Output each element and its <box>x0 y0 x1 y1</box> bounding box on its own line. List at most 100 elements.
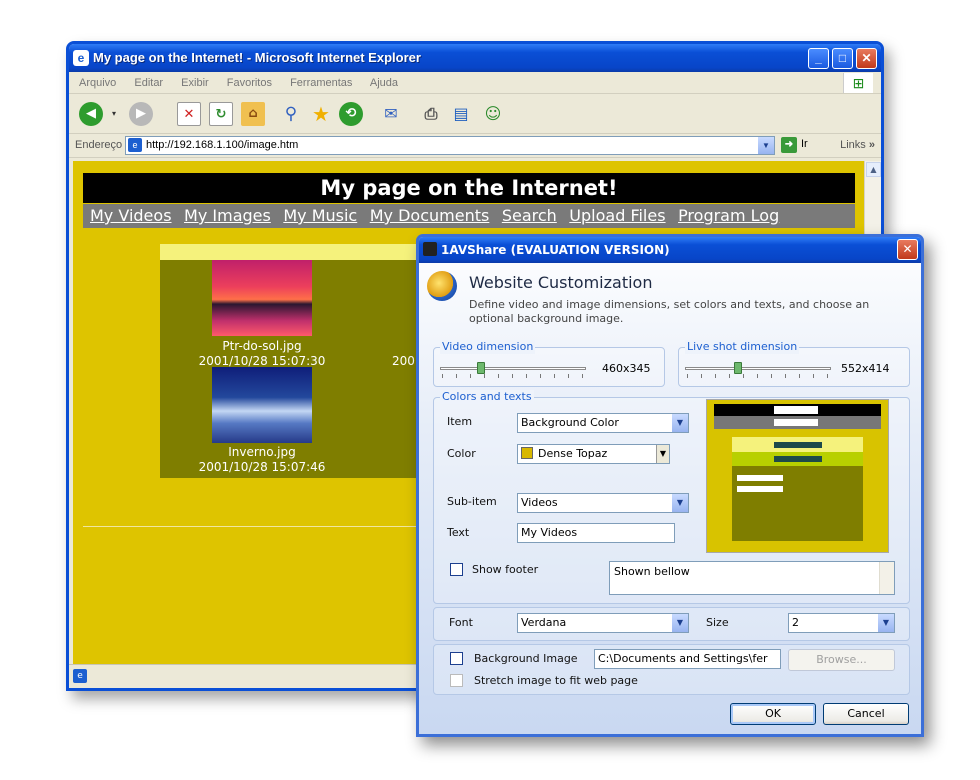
go-button[interactable]: ➜ Ir <box>781 137 808 153</box>
address-dropdown-icon[interactable]: ▼ <box>758 137 774 154</box>
subitem-label: Sub-item <box>447 495 497 508</box>
color-swatch <box>521 447 533 459</box>
image-date: 2001/10/28 15:07:46 <box>198 460 326 474</box>
go-arrow-icon: ➜ <box>781 137 797 153</box>
nav-upload-files[interactable]: Upload Files <box>569 206 665 225</box>
slider-thumb[interactable] <box>733 362 742 374</box>
forward-icon[interactable]: ▶ <box>129 102 153 126</box>
item-select[interactable]: Background Color ▼ <box>517 413 689 433</box>
cancel-button[interactable]: Cancel <box>823 703 909 725</box>
preview-nav-text <box>774 419 818 426</box>
minimize-button[interactable]: _ <box>808 48 829 69</box>
messenger-icon[interactable]: ☺ <box>481 102 505 126</box>
history-icon[interactable]: ⟲ <box>339 102 363 126</box>
ie-logo-icon: e <box>73 50 89 66</box>
browser-titlebar[interactable]: e My page on the Internet! - Microsoft I… <box>69 44 881 72</box>
maximize-button[interactable]: □ <box>832 48 853 69</box>
edit-icon[interactable]: ▤ <box>449 102 473 126</box>
menu-favoritos[interactable]: Favoritos <box>227 77 272 89</box>
item-label: Item <box>447 415 473 428</box>
toolbar: ◀ ▾ ▶ ✕ ↻ ⌂ ⚲ ★ ⟲ ✉ ⎙ ▤ ☺ <box>69 94 881 134</box>
address-input[interactable]: e http://192.168.1.100/image.htm ▼ <box>125 136 775 155</box>
links-button[interactable]: Links » <box>840 139 875 151</box>
ok-button[interactable]: OK <box>730 703 816 725</box>
menu-editar[interactable]: Editar <box>134 77 163 89</box>
font-value: Verdana <box>521 616 567 629</box>
size-value: 2 <box>792 616 799 629</box>
back-dropdown-icon[interactable]: ▾ <box>109 102 119 126</box>
menu-arquivo[interactable]: Arquivo <box>79 77 116 89</box>
browse-button[interactable]: Browse... <box>788 649 895 671</box>
links-label: Links <box>840 139 866 151</box>
stop-icon[interactable]: ✕ <box>177 102 201 126</box>
background-image-checkbox[interactable] <box>450 652 463 665</box>
chevron-down-icon[interactable]: ▼ <box>672 614 688 632</box>
font-select[interactable]: Verdana ▼ <box>517 613 689 633</box>
chevron-down-icon[interactable]: ▼ <box>672 414 688 432</box>
stretch-image-label[interactable]: Stretch image to fit web page <box>474 674 638 687</box>
camera-icon <box>423 242 437 256</box>
refresh-icon[interactable]: ↻ <box>209 102 233 126</box>
nav-program-log[interactable]: Program Log <box>678 206 779 225</box>
menu-exibir[interactable]: Exibir <box>181 77 209 89</box>
menu-ferramentas[interactable]: Ferramentas <box>290 77 352 89</box>
color-label: Color <box>447 447 476 460</box>
nav-my-images[interactable]: My Images <box>184 206 271 225</box>
globe-icon <box>427 271 457 301</box>
background-image-path[interactable]: C:\Documents and Settings\fer <box>594 649 781 669</box>
colors-texts-title: Colors and texts <box>440 390 534 404</box>
nav-my-music[interactable]: My Music <box>283 206 357 225</box>
windows-logo-icon: ⊞ <box>843 73 873 93</box>
color-select[interactable]: Dense Topaz ▼ <box>517 444 670 464</box>
text-label: Text <box>447 526 470 539</box>
background-image-label[interactable]: Background Image <box>474 652 578 665</box>
stretch-image-checkbox[interactable] <box>450 674 463 687</box>
live-shot-group: Live shot dimension 552x414 <box>678 340 910 387</box>
preview-text <box>737 486 783 492</box>
subitem-select[interactable]: Videos ▼ <box>517 493 689 513</box>
page-banner: My page on the Internet! <box>83 173 855 203</box>
preview-link <box>774 456 822 462</box>
back-icon[interactable]: ◀ <box>79 102 103 126</box>
favorites-icon[interactable]: ★ <box>309 102 333 126</box>
print-icon[interactable]: ⎙ <box>419 102 443 126</box>
chevron-right-icon: » <box>868 139 875 151</box>
nav-my-videos[interactable]: My Videos <box>90 206 172 225</box>
video-dimension-slider[interactable] <box>438 360 588 378</box>
search-icon[interactable]: ⚲ <box>279 102 303 126</box>
preview-text <box>737 475 783 481</box>
font-label: Font <box>449 616 473 629</box>
show-footer-label[interactable]: Show footer <box>472 563 538 576</box>
show-footer-checkbox[interactable] <box>450 563 463 576</box>
image-name: Ptr-do-sol.jpg <box>222 339 302 353</box>
text-input[interactable]: My Videos <box>517 523 675 543</box>
subitem-value: Videos <box>521 496 558 509</box>
image-name: Inverno.jpg <box>228 445 296 459</box>
size-select[interactable]: 2 ▼ <box>788 613 895 633</box>
footer-scrollbar[interactable] <box>879 562 894 594</box>
address-label: Endereço <box>75 139 123 151</box>
chevron-down-icon[interactable]: ▼ <box>672 494 688 512</box>
nav-my-documents[interactable]: My Documents <box>370 206 490 225</box>
dialog-close-button[interactable]: ✕ <box>897 239 918 260</box>
thumbnail-sunset[interactable] <box>212 260 312 336</box>
dialog-heading: Website Customization <box>469 273 653 292</box>
thumbnail-winter[interactable] <box>212 367 312 443</box>
go-label: Ir <box>801 138 808 150</box>
dialog-titlebar[interactable]: 1AVShare (EVALUATION VERSION) ✕ <box>419 237 921 263</box>
chevron-down-icon[interactable]: ▼ <box>878 614 894 632</box>
menu-ajuda[interactable]: Ajuda <box>370 77 398 89</box>
dialog-description: Define video and image dimensions, set c… <box>469 298 870 325</box>
live-shot-title: Live shot dimension <box>685 340 800 354</box>
size-label: Size <box>706 616 729 629</box>
home-icon[interactable]: ⌂ <box>241 102 265 126</box>
slider-thumb[interactable] <box>476 362 485 374</box>
live-shot-slider[interactable] <box>683 360 833 378</box>
chevron-down-icon[interactable]: ▼ <box>656 445 669 463</box>
nav-search[interactable]: Search <box>502 206 557 225</box>
scroll-up-icon[interactable]: ▲ <box>866 162 881 177</box>
close-button[interactable]: ✕ <box>856 48 877 69</box>
footer-text-input[interactable]: Shown bellow <box>609 561 895 595</box>
mail-icon[interactable]: ✉ <box>379 102 403 126</box>
customization-dialog: 1AVShare (EVALUATION VERSION) ✕ Website … <box>416 234 924 737</box>
